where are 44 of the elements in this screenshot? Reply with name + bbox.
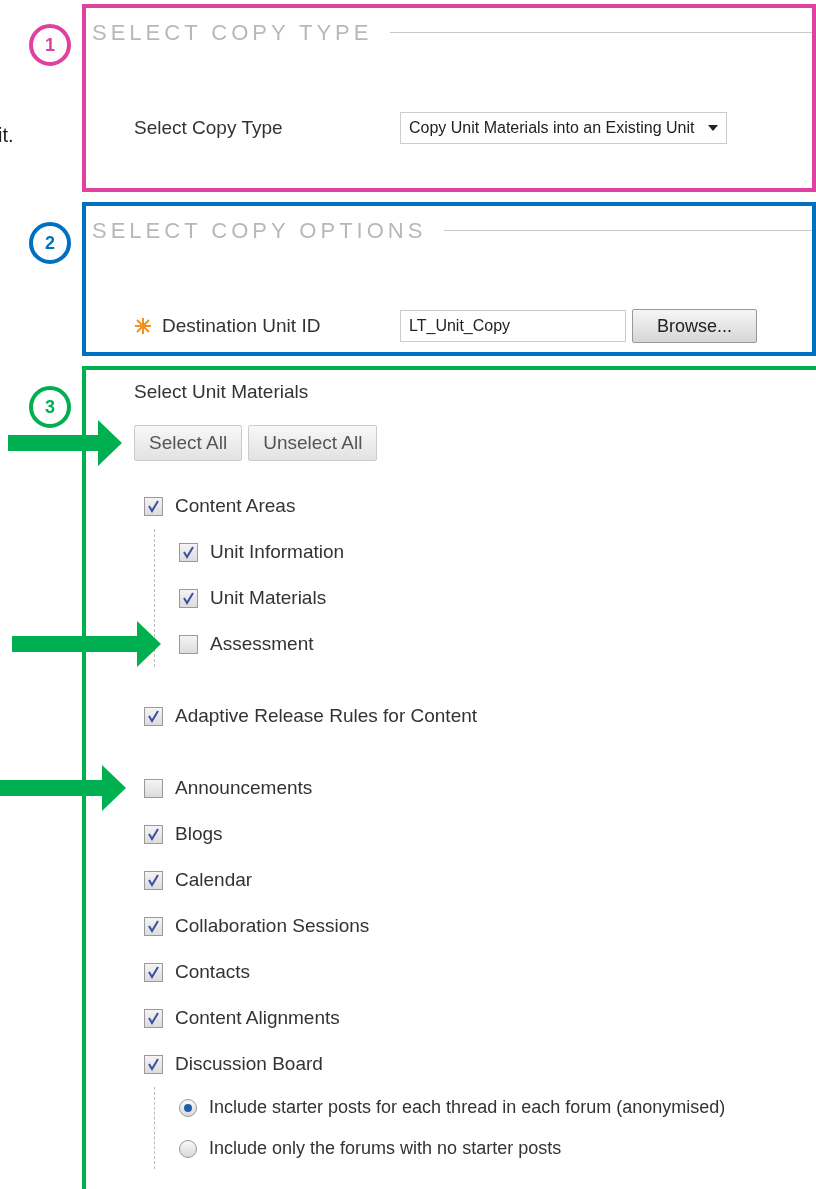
- field-label: Destination Unit ID: [162, 313, 321, 338]
- checkbox-label: Announcements: [175, 775, 313, 800]
- checkbox[interactable]: [144, 824, 163, 844]
- checkbox[interactable]: [179, 542, 198, 562]
- section-title: SELECT COPY OPTIONS: [91, 216, 427, 245]
- materials-heading: Select Unit Materials: [134, 380, 310, 404]
- destination-id-field[interactable]: LT_Unit_Copy: [400, 310, 626, 342]
- section-title: SELECT COPY TYPE: [91, 18, 373, 47]
- checkbox[interactable]: [144, 962, 163, 982]
- radio-label: Include starter posts for each thread in each forum (anonymised): [209, 1096, 726, 1119]
- checkbox-label: Adaptive Release Rules for Content: [175, 703, 478, 728]
- checkbox[interactable]: [144, 706, 163, 726]
- step-number-badge: 1: [29, 24, 71, 66]
- step-number-badge: 3: [29, 386, 71, 428]
- note-text: it.: [0, 123, 14, 148]
- checkbox[interactable]: [179, 634, 198, 654]
- checkbox[interactable]: [144, 916, 163, 936]
- copy-type-dropdown[interactable]: Copy Unit Materials into an Existing Unit: [400, 112, 728, 144]
- radio-button[interactable]: [179, 1098, 197, 1117]
- browse-button[interactable]: Browse...: [632, 309, 757, 343]
- caret-icon: [708, 125, 719, 131]
- field-label: Select Copy Type: [133, 115, 284, 140]
- checkbox-label: Calendar: [175, 867, 253, 892]
- checkbox[interactable]: [144, 1008, 163, 1028]
- checkbox-label: Unit Information: [210, 539, 345, 564]
- checkbox-label: Unit Materials: [210, 585, 327, 610]
- radio-label: Include only the forums with no starter posts: [209, 1137, 562, 1160]
- required-asterisk-icon: [134, 317, 152, 335]
- select-toggle-button[interactable]: Select All: [134, 425, 243, 461]
- select-toggle-button[interactable]: Unselect All: [248, 425, 378, 461]
- checkbox-label: Assessment: [210, 631, 314, 656]
- checkbox[interactable]: [144, 496, 163, 516]
- checkbox[interactable]: [144, 870, 163, 890]
- checkbox-label: Contacts: [175, 959, 250, 984]
- checkbox[interactable]: [144, 778, 163, 798]
- checkbox-label: Content Alignments: [175, 1005, 340, 1030]
- checkbox-label: Collaboration Sessions: [175, 913, 370, 938]
- checkbox[interactable]: [144, 1054, 163, 1074]
- checkbox-label: Content Areas: [175, 493, 296, 518]
- step-number-badge: 2: [29, 222, 71, 264]
- checkbox-label: Blogs: [175, 821, 223, 846]
- radio-button[interactable]: [179, 1139, 197, 1158]
- checkbox[interactable]: [179, 588, 198, 608]
- checkbox-label: Discussion Board: [175, 1051, 323, 1076]
